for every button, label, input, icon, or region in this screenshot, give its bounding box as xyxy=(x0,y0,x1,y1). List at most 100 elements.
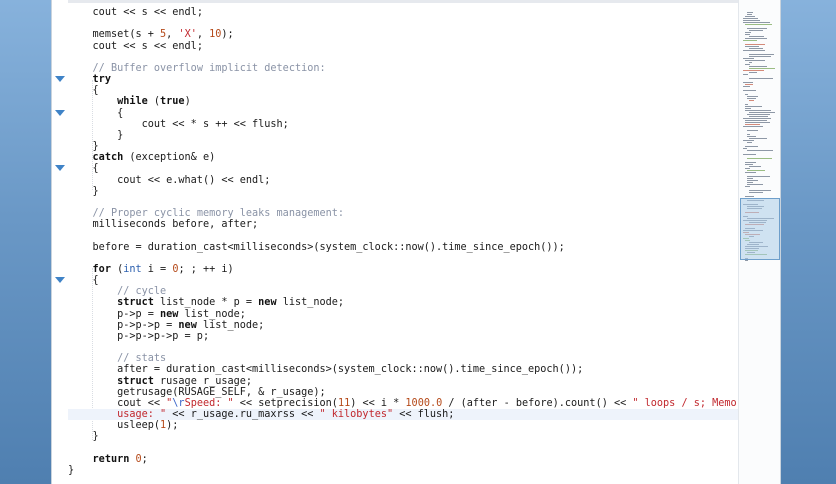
code-line[interactable]: // Buffer overflow implicit detection: xyxy=(68,63,326,74)
minimap-viewport-slider[interactable] xyxy=(740,198,780,260)
code-line[interactable]: cout << e.what() << endl; xyxy=(68,175,270,186)
minimap-line xyxy=(747,170,765,171)
fold-arrow-icon[interactable] xyxy=(55,277,65,284)
code-line[interactable]: cout << s << endl; xyxy=(68,7,203,18)
code-line[interactable]: cout << * s ++ << flush; xyxy=(68,119,289,130)
code-editor[interactable]: cout << s << endl; memset(s + 5, 'X', 10… xyxy=(52,0,780,484)
code-line[interactable]: { xyxy=(68,108,123,119)
minimap-line xyxy=(749,72,757,73)
code-token: memset(s + xyxy=(92,29,161,41)
minimap-line xyxy=(749,56,771,57)
code-line[interactable]: { xyxy=(68,85,99,96)
code-line[interactable]: { xyxy=(68,275,99,286)
minimap-line xyxy=(747,98,756,99)
code-line[interactable]: memset(s + 5, 'X', 10); xyxy=(68,29,234,40)
fold-arrow-icon[interactable] xyxy=(55,109,65,116)
minimap-line xyxy=(749,112,775,113)
minimap-line xyxy=(745,172,756,173)
minimap-line xyxy=(749,116,768,117)
minimap-line xyxy=(743,50,765,51)
code-token: i = xyxy=(141,263,173,275)
code-token: } xyxy=(68,464,75,476)
fold-arrow-icon[interactable] xyxy=(55,76,65,83)
code-line[interactable]: before = duration_cast<milliseconds>(sys… xyxy=(68,242,565,253)
code-line[interactable]: p->p->p->p = p; xyxy=(68,331,209,342)
code-line[interactable]: getrusage(RUSAGE_SELF, & r_usage); xyxy=(68,387,326,398)
minimap-line xyxy=(747,176,770,177)
code-line[interactable]: struct list_node * p = new list_node; xyxy=(68,297,344,308)
code-line[interactable]: // stats xyxy=(68,353,166,364)
code-token: // stats xyxy=(117,353,167,365)
minimap-line xyxy=(745,162,756,163)
minimap-line xyxy=(743,148,747,149)
code-token: // cycle xyxy=(117,286,167,298)
code-line[interactable]: usage: " << r_usage.ru_maxrss << " kilob… xyxy=(68,409,738,421)
minimap-line xyxy=(745,168,750,169)
code-line[interactable]: p->p = new list_node; xyxy=(68,309,246,320)
minimap-line xyxy=(745,64,750,65)
minimap-line xyxy=(745,104,748,105)
code-line[interactable]: } xyxy=(68,465,74,476)
minimap-line xyxy=(747,114,770,115)
minimap-line xyxy=(747,150,773,151)
minimap[interactable] xyxy=(738,0,780,484)
minimap-line xyxy=(747,130,758,131)
minimap-line xyxy=(743,22,770,23)
code-token: int xyxy=(123,263,142,275)
code-line[interactable]: // Proper cyclic memory leaks management… xyxy=(68,208,344,219)
code-line[interactable]: usleep(1); xyxy=(68,420,178,431)
minimap-line xyxy=(747,184,763,185)
code-line[interactable]: { xyxy=(68,163,99,174)
code-text-area[interactable]: cout << s << endl; memset(s + 5, 'X', 10… xyxy=(68,0,738,484)
code-line[interactable]: cout << s << endl; xyxy=(68,41,203,52)
code-line[interactable]: catch (exception& e) xyxy=(68,152,216,163)
code-token: << setprecision( xyxy=(233,397,338,409)
minimap-line xyxy=(743,118,771,119)
fold-arrow-icon[interactable] xyxy=(55,165,65,172)
code-token: p->p->p = xyxy=(117,319,179,331)
code-line[interactable]: } xyxy=(68,431,99,442)
minimap-line xyxy=(743,140,754,141)
code-line[interactable]: milliseconds before, after; xyxy=(68,219,259,231)
code-token: << flush; xyxy=(393,409,455,421)
minimap-line xyxy=(749,78,773,79)
code-token: rusage r_usage; xyxy=(153,375,253,387)
minimap-line xyxy=(743,18,758,19)
code-line[interactable]: after = duration_cast<milliseconds>(syst… xyxy=(68,364,583,375)
code-token: cout << s << endl; xyxy=(92,40,203,52)
minimap-line xyxy=(743,40,757,41)
code-line[interactable]: // cycle xyxy=(68,286,166,297)
code-line[interactable]: } xyxy=(68,141,99,152)
code-token: ) xyxy=(184,96,191,108)
code-token: { xyxy=(92,163,99,175)
minimap-line xyxy=(747,28,767,29)
code-token: milliseconds before, after; xyxy=(92,219,259,231)
code-line[interactable]: struct rusage r_usage; xyxy=(68,376,252,387)
code-line[interactable]: while (true) xyxy=(68,96,191,107)
code-line[interactable]: p->p->p = new list_node; xyxy=(68,320,264,331)
code-token: } xyxy=(92,141,99,153)
minimap-line xyxy=(743,154,756,155)
code-line[interactable]: cout << "\rSpeed: " << setprecision(11) … xyxy=(68,398,738,409)
fold-gutter[interactable] xyxy=(52,0,68,484)
code-token: << r_usage.ru_maxrss << xyxy=(166,409,320,421)
code-token: for xyxy=(92,263,111,275)
code-token: cout << xyxy=(117,397,167,409)
code-line[interactable]: for (int i = 0; ; ++ i) xyxy=(68,264,234,275)
minimap-line xyxy=(745,196,754,197)
code-line[interactable]: } xyxy=(68,130,123,141)
code-line[interactable]: } xyxy=(68,186,99,197)
code-line[interactable]: try xyxy=(68,74,111,85)
code-line[interactable]: return 0; xyxy=(68,454,148,465)
minimap-line xyxy=(745,60,765,61)
